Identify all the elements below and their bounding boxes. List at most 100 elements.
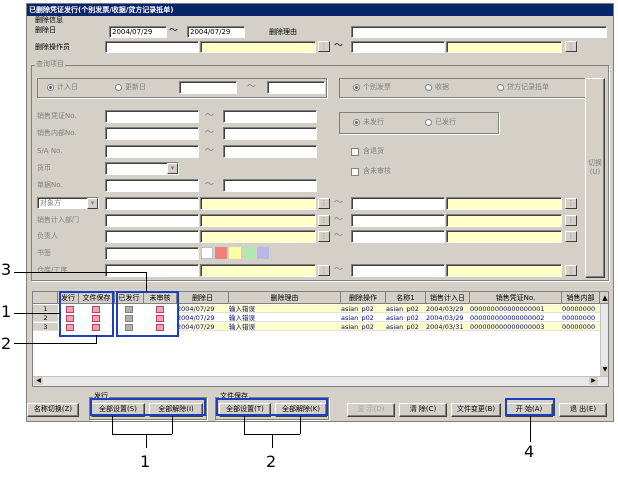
operator-to-code-input[interactable] xyxy=(351,41,445,53)
grid-scroll-right-icon[interactable]: ▶ xyxy=(589,377,598,385)
sales-voucher-from-input[interactable] xyxy=(105,110,199,123)
cell-name1: asian_p02 xyxy=(386,305,426,313)
date-range-tilde: 〜 xyxy=(169,26,179,36)
counterparty-from-search[interactable]: ⋮ xyxy=(318,198,330,209)
radio-issued-label: 已发行 xyxy=(435,118,456,126)
radio-receipt-label: 收据 xyxy=(435,83,449,91)
person-to-code[interactable] xyxy=(351,230,445,243)
sales-dept-to-code[interactable] xyxy=(351,214,445,227)
sales-dept-from-search[interactable]: ⋮ xyxy=(318,215,330,226)
counterparty-dropdown-icon[interactable]: ▾ xyxy=(87,198,98,209)
cell-entry-date: 2004/03/31 xyxy=(426,323,470,331)
callout-box-columns-issue-save xyxy=(59,291,114,337)
exit-button[interactable]: 退 出(E) xyxy=(559,403,607,417)
radio-credit-note[interactable] xyxy=(497,84,504,91)
operator-from-code-input[interactable] xyxy=(105,41,199,53)
counterparty-to-search[interactable]: ⋮ xyxy=(565,198,577,209)
col-header-sales-voucher-no[interactable]: 销售凭证No. xyxy=(470,292,562,304)
warehouse-from-search[interactable]: ⋮ xyxy=(318,265,330,276)
currency-dropdown-icon[interactable]: ▾ xyxy=(167,163,178,174)
sales-internal-no-label: 销售内部No. xyxy=(37,129,77,137)
radio-issued[interactable] xyxy=(425,119,432,126)
counterparty-to-code[interactable] xyxy=(351,197,445,210)
include-returns-checkbox[interactable] xyxy=(351,148,359,156)
operator-from-search-button[interactable]: ⋮ xyxy=(318,41,330,52)
grid-horizontal-scrollbar[interactable] xyxy=(33,376,608,386)
col-header-name1[interactable]: 名称1 xyxy=(386,292,426,304)
delete-reason-label: 删除理由 xyxy=(269,28,297,36)
bookmark-color-red[interactable] xyxy=(215,247,227,259)
delete-date-from-input[interactable]: 2004/07/29 xyxy=(109,26,167,38)
callout-leader xyxy=(14,343,96,344)
grid-scroll-down-icon[interactable]: ▼ xyxy=(600,366,608,376)
callout-number-4: 4 xyxy=(524,442,535,461)
query-date-from-input[interactable] xyxy=(179,81,237,94)
warehouse-to-search[interactable]: ⋮ xyxy=(565,265,577,276)
sa-no-to-input[interactable] xyxy=(223,145,317,158)
operator-to-search-button[interactable]: ⋮ xyxy=(565,41,577,52)
name-switch-button[interactable]: 名称切换(Z) xyxy=(27,403,79,417)
delete-reason-input[interactable] xyxy=(351,26,607,38)
switch-button[interactable]: 切换(U) xyxy=(585,78,605,278)
sales-voucher-tilde: 〜 xyxy=(205,111,215,121)
sa-no-label: S/A No. xyxy=(37,147,63,155)
display-button[interactable]: 显 示(D) xyxy=(347,403,395,417)
callout-leader xyxy=(14,272,146,273)
grid-scroll-left-icon[interactable]: ◀ xyxy=(34,377,43,385)
warehouse-to-code[interactable] xyxy=(351,264,445,277)
radio-entry-date[interactable] xyxy=(47,84,54,91)
col-header-delete-operator[interactable]: 删除操作 xyxy=(341,292,386,304)
col-header-sales-internal[interactable]: 销售内部 xyxy=(562,292,600,304)
col-header-delete-reason[interactable]: 删除理由 xyxy=(229,292,341,304)
counterparty-from-code[interactable] xyxy=(105,197,199,210)
callout-number-1-bottom: 1 xyxy=(140,452,151,471)
cell-operator: asian_p02 xyxy=(341,314,386,322)
sales-internal-from-input[interactable] xyxy=(105,127,199,140)
delete-date-to-input[interactable]: 2004/07/29 xyxy=(187,26,245,38)
sales-dept-label: 销售计入部门 xyxy=(37,216,79,224)
bookmark-color-white[interactable] xyxy=(201,247,213,259)
slip-no-tilde: 〜 xyxy=(205,180,215,190)
warehouse-from-code[interactable] xyxy=(105,264,199,277)
callout-number-1: 1 xyxy=(1,302,12,321)
include-unreviewed-checkbox[interactable] xyxy=(351,168,359,176)
operator-tilde: 〜 xyxy=(334,41,344,51)
callout-leader xyxy=(300,416,301,434)
callout-leader xyxy=(146,434,147,448)
sales-dept-from-code[interactable] xyxy=(105,214,199,227)
clear-button[interactable]: 清 除(C) xyxy=(399,403,447,417)
col-header-sales-entry-date[interactable]: 销售计入日 xyxy=(426,292,470,304)
radio-update-date[interactable] xyxy=(115,84,122,91)
slip-no-label: 单据No. xyxy=(37,181,63,189)
sales-dept-from-name xyxy=(200,214,316,227)
sales-voucher-to-input[interactable] xyxy=(223,110,317,123)
radio-invoice[interactable] xyxy=(353,84,360,91)
slip-no-from-input[interactable] xyxy=(105,179,199,192)
slip-no-to-input[interactable] xyxy=(223,179,317,192)
grid-scroll-up-icon[interactable]: ▲ xyxy=(600,292,608,304)
bookmark-color-yellow[interactable] xyxy=(229,247,241,259)
sales-internal-to-input[interactable] xyxy=(223,127,317,140)
include-returns-label: 含退货 xyxy=(363,147,384,155)
cell-operator: asian_p02 xyxy=(341,305,386,313)
sales-dept-to-search[interactable]: ⋮ xyxy=(565,215,577,226)
person-from-code[interactable] xyxy=(105,230,199,243)
bookmark-input[interactable] xyxy=(105,247,199,260)
radio-receipt[interactable] xyxy=(425,84,432,91)
file-change-button[interactable]: 文件变更(B) xyxy=(451,403,501,417)
radio-entry-date-label: 计入日 xyxy=(57,83,78,91)
query-date-to-input[interactable] xyxy=(267,81,325,94)
person-to-search[interactable]: ⋮ xyxy=(565,231,577,242)
cell-name1: asian_p02 xyxy=(386,314,426,322)
callout-leader xyxy=(272,434,273,448)
col-header-delete-date[interactable]: 删除日 xyxy=(177,292,229,304)
person-from-search[interactable]: ⋮ xyxy=(318,231,330,242)
counterparty-to-name xyxy=(446,197,562,210)
callout-number-2: 2 xyxy=(1,334,12,353)
radio-unissued[interactable] xyxy=(353,119,360,126)
person-from-name xyxy=(200,230,316,243)
bookmark-color-blue[interactable] xyxy=(257,247,269,259)
grid-corner xyxy=(33,292,58,304)
bookmark-color-green[interactable] xyxy=(243,247,255,259)
sa-no-from-input[interactable] xyxy=(105,145,199,158)
